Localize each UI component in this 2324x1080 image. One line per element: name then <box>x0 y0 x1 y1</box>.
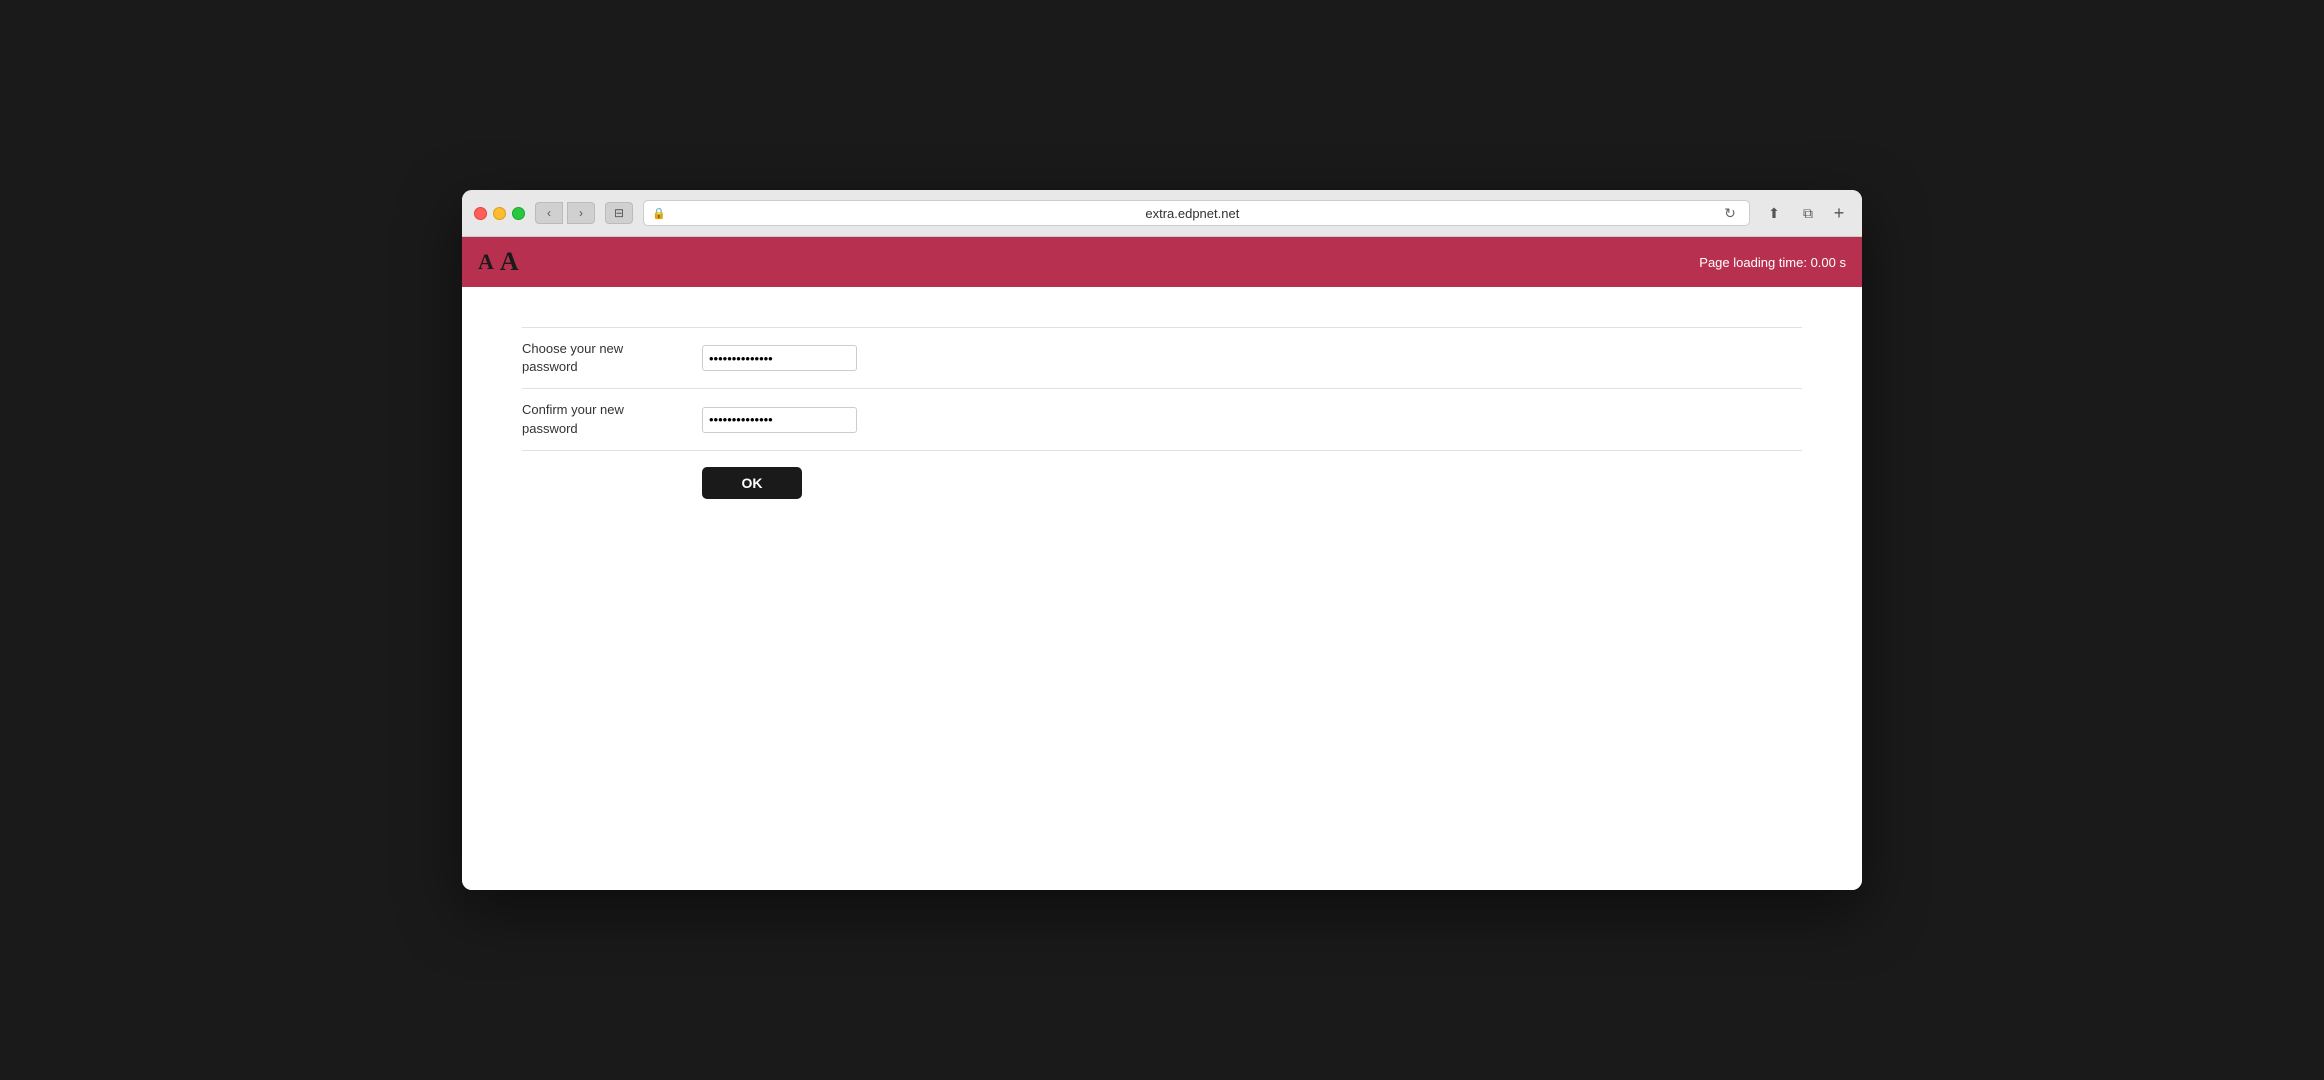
reload-button[interactable]: ↻ <box>1719 202 1741 224</box>
sidebar-toggle-button[interactable]: ⊟ <box>605 202 633 224</box>
app-logo: A A <box>478 247 519 277</box>
new-password-label: Choose your new password <box>522 340 682 376</box>
nav-buttons: ‹ › <box>535 202 595 224</box>
minimize-button[interactable] <box>493 207 506 220</box>
confirm-password-input[interactable] <box>702 407 857 433</box>
browser-chrome: ‹ › ⊟ 🔒 extra.edpnet.net ↻ ⬆ ⧉ + <box>462 190 1862 237</box>
share-icon: ⬆ <box>1768 205 1780 222</box>
main-content: Choose your new password Confirm your ne… <box>462 287 1862 890</box>
ok-button[interactable]: OK <box>702 467 802 499</box>
new-password-row: Choose your new password <box>522 327 1802 389</box>
duplicate-button[interactable]: ⧉ <box>1794 202 1822 224</box>
button-row: OK <box>522 451 1802 515</box>
browser-window: ‹ › ⊟ 🔒 extra.edpnet.net ↻ ⬆ ⧉ + <box>462 190 1862 890</box>
lock-icon: 🔒 <box>652 207 666 220</box>
close-button[interactable] <box>474 207 487 220</box>
browser-actions: ⬆ ⧉ + <box>1760 202 1850 224</box>
app-header: A A Page loading time: 0.00 s <box>462 237 1862 287</box>
traffic-lights <box>474 207 525 220</box>
confirm-password-row: Confirm your new password <box>522 389 1802 450</box>
reload-icon: ↻ <box>1724 205 1736 222</box>
address-bar[interactable]: 🔒 extra.edpnet.net ↻ <box>643 200 1750 226</box>
logo-small-a: A <box>478 249 494 275</box>
new-tab-icon: + <box>1834 203 1845 224</box>
forward-button[interactable]: › <box>567 202 595 224</box>
confirm-password-label: Confirm your new password <box>522 401 682 437</box>
address-bar-container: 🔒 extra.edpnet.net ↻ <box>643 200 1750 226</box>
maximize-button[interactable] <box>512 207 525 220</box>
new-tab-button[interactable]: + <box>1828 202 1850 224</box>
share-button[interactable]: ⬆ <box>1760 202 1788 224</box>
duplicate-icon: ⧉ <box>1803 205 1813 222</box>
sidebar-icon: ⊟ <box>614 206 624 220</box>
page-loading-time: Page loading time: 0.00 s <box>1699 255 1846 270</box>
new-password-input[interactable] <box>702 345 857 371</box>
logo-large-a: A <box>500 247 519 277</box>
form-container: Choose your new password Confirm your ne… <box>522 327 1802 515</box>
back-button[interactable]: ‹ <box>535 202 563 224</box>
url-text: extra.edpnet.net <box>671 206 1714 221</box>
